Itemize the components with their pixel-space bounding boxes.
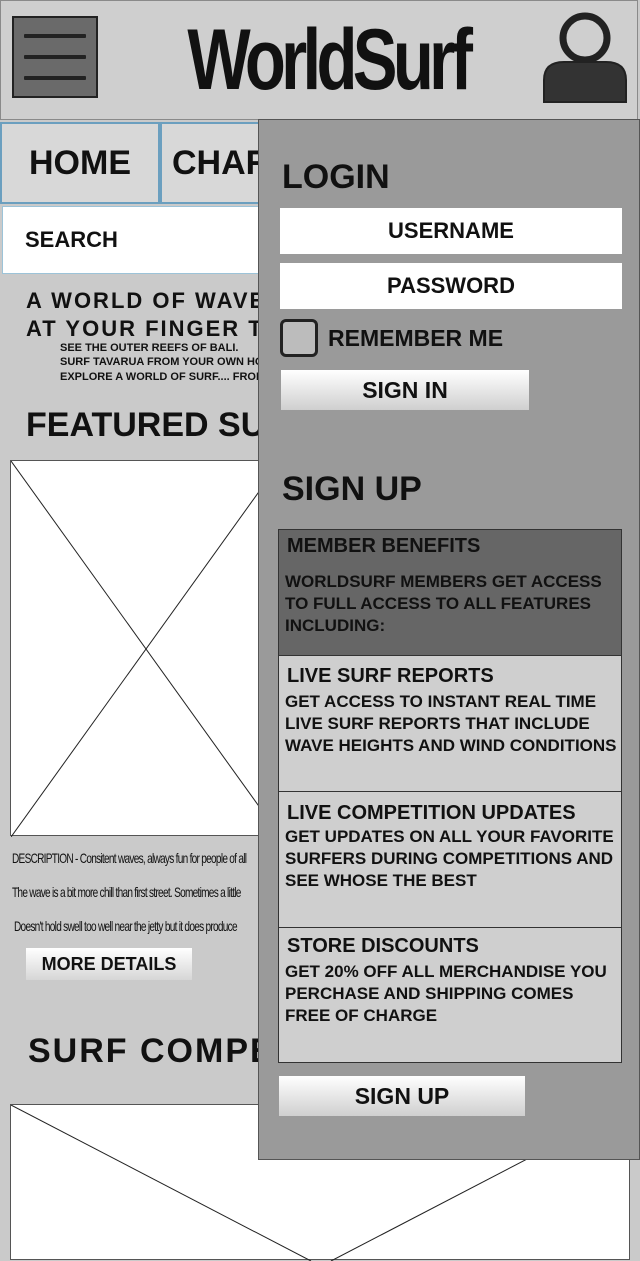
benefit-card-title: STORE DISCOUNTS — [287, 935, 479, 957]
benefit-card-store-discounts: STORE DISCOUNTS GET 20% OFF ALL MERCHAND… — [278, 927, 622, 1063]
remember-me-label: REMEMBER ME — [328, 325, 504, 351]
hero-subtext: EXPLORE A WORLD OF SURF.... FROM — [60, 371, 266, 383]
benefit-card-live-surf-reports: LIVE SURF REPORTS GET ACCESS TO INSTANT … — [278, 655, 622, 792]
hero-subtext: SURF TAVARUA FROM YOUR OWN HOME. — [60, 356, 284, 368]
featured-description: Doesn't hold swell too well near the jet… — [14, 918, 238, 934]
benefit-card-body: GET 20% OFF ALL MERCHANDISE YOU PERCHASE… — [285, 962, 607, 1025]
benefit-card-body: GET UPDATES ON ALL YOUR FAVORITE SURFERS… — [285, 827, 614, 890]
sign-in-button[interactable]: SIGN IN — [281, 370, 529, 410]
featured-image-placeholder — [10, 460, 281, 837]
password-field[interactable]: PASSWORD — [280, 263, 622, 309]
hero-subtext: SEE THE OUTER REEFS OF BALI. — [60, 342, 239, 354]
hamburger-menu-icon[interactable] — [12, 16, 98, 98]
tab-home[interactable]: HOME — [0, 122, 160, 204]
benefit-card-body: GET ACCESS TO INSTANT REAL TIME LIVE SUR… — [285, 692, 617, 755]
featured-description: DESCRIPTION - Consitent waves, always fu… — [12, 850, 247, 866]
benefit-card-title: LIVE SURF REPORTS — [287, 665, 494, 687]
user-avatar-icon[interactable] — [542, 12, 628, 104]
more-details-button[interactable]: MORE DETAILS — [26, 948, 192, 980]
remember-me-checkbox[interactable] — [280, 319, 318, 357]
benefit-card-live-competition-updates: LIVE COMPETITION UPDATES GET UPDATES ON … — [278, 791, 622, 928]
login-heading: LOGIN — [282, 158, 390, 196]
search-input[interactable]: SEARCH — [2, 206, 302, 274]
hero-heading-line1: A WORLD OF WAVES — [26, 288, 283, 313]
featured-description: The wave is a bit more chill than first … — [12, 884, 241, 900]
app-title: WorldSurf — [187, 12, 473, 108]
username-field[interactable]: USERNAME — [280, 208, 622, 254]
member-benefits-body: WORLDSURF MEMBERS GET ACCESS TO FULL ACC… — [285, 572, 602, 635]
sign-up-button[interactable]: SIGN UP — [279, 1076, 525, 1116]
signup-heading: SIGN UP — [282, 470, 422, 508]
member-benefits-title: MEMBER BENEFITS — [287, 535, 481, 557]
member-benefits-card: MEMBER BENEFITS WORLDSURF MEMBERS GET AC… — [278, 529, 622, 656]
benefit-card-title: LIVE COMPETITION UPDATES — [287, 802, 576, 824]
